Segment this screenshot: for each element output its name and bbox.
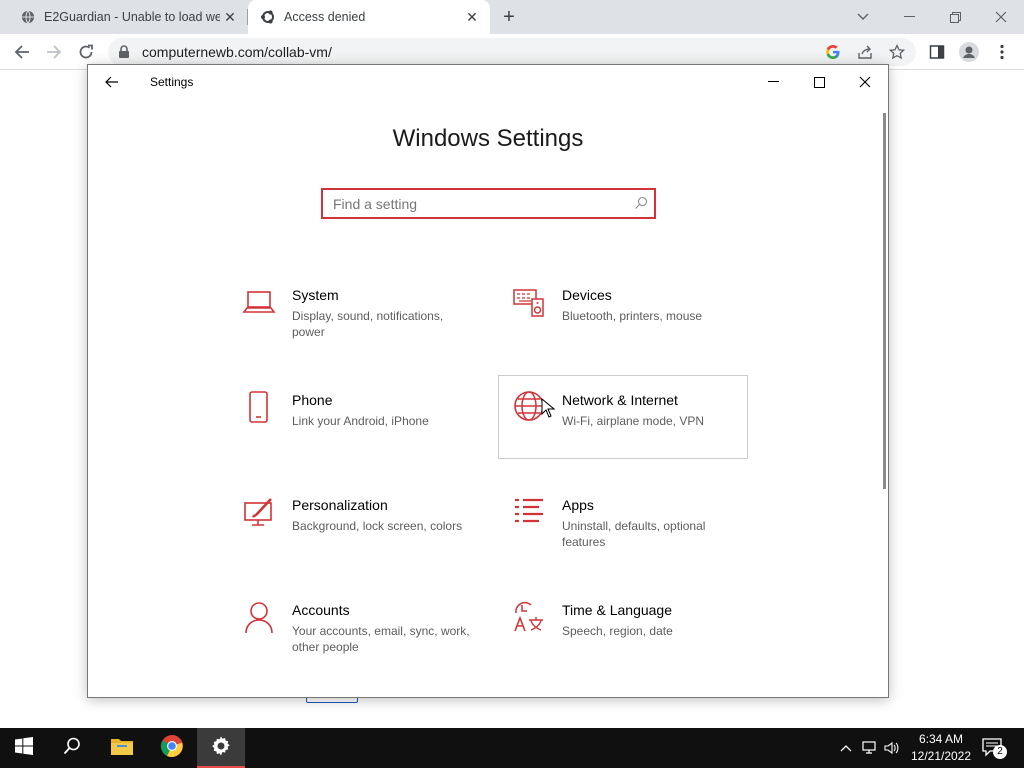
- tab-e2guardian[interactable]: E2Guardian - Unable to load web ✕: [8, 0, 248, 34]
- url-text: computernewb.com/collab-vm/: [142, 44, 332, 60]
- category-name: Network & Internet: [562, 392, 678, 408]
- category-description: Your accounts, email, sync, work, other …: [292, 624, 470, 654]
- settings-minimize-button[interactable]: [750, 65, 796, 99]
- search-button[interactable]: [48, 728, 96, 768]
- forward-arrow-icon[interactable]: [42, 40, 66, 64]
- category-description: Uninstall, defaults, optional features: [562, 519, 706, 549]
- settings-category-phone[interactable]: Phone Link your Android, iPhone: [230, 382, 480, 466]
- settings-titlebar: Settings: [88, 65, 888, 99]
- back-arrow-icon[interactable]: [100, 71, 124, 93]
- settings-maximize-button[interactable]: [796, 65, 842, 99]
- settings-category-personalization[interactable]: Personalization Background, lock screen,…: [230, 487, 480, 571]
- settings-category-accounts[interactable]: Accounts Your accounts, email, sync, wor…: [230, 592, 480, 676]
- tab-access-denied[interactable]: Access denied ✕: [248, 0, 490, 34]
- volume-icon[interactable]: [884, 740, 900, 756]
- settings-category-network-internet[interactable]: Network & Internet Wi-Fi, airplane mode,…: [498, 375, 748, 459]
- category-name: Apps: [562, 497, 594, 513]
- notification-count-badge: 2: [993, 745, 1007, 759]
- category-name: Devices: [562, 287, 612, 303]
- kebab-menu-icon[interactable]: [990, 40, 1014, 64]
- browser-close-button[interactable]: [978, 0, 1024, 34]
- close-tab-icon[interactable]: ✕: [220, 7, 240, 27]
- share-icon[interactable]: [856, 43, 874, 61]
- settings-category-devices[interactable]: Devices Bluetooth, printers, mouse: [500, 277, 750, 361]
- google-translate-icon[interactable]: [824, 43, 842, 61]
- keyboard-speaker-icon: [512, 285, 546, 319]
- search-input[interactable]: [333, 193, 623, 215]
- ubuntu-logo-icon: [260, 9, 276, 25]
- lock-icon[interactable]: [118, 45, 130, 64]
- gear-icon: [210, 735, 232, 762]
- settings-category-system[interactable]: System Display, sound, notifications, po…: [230, 277, 480, 361]
- side-panel-icon[interactable]: [925, 40, 949, 64]
- person-icon: [242, 600, 276, 634]
- network-icon[interactable]: [862, 740, 878, 756]
- search-icon: [63, 737, 81, 760]
- reload-icon[interactable]: [74, 40, 98, 64]
- tab-title: Access denied: [284, 10, 366, 24]
- laptop-icon: [242, 285, 276, 319]
- bookmark-star-icon[interactable]: [888, 43, 906, 61]
- apps-list-icon: [512, 495, 546, 529]
- category-name: Time & Language: [562, 602, 672, 618]
- category-name: Personalization: [292, 497, 388, 513]
- address-bar[interactable]: computernewb.com/collab-vm/: [108, 38, 916, 66]
- taskbar: 6:34 AM 12/21/2022 2: [0, 728, 1024, 768]
- settings-category-apps[interactable]: Apps Uninstall, defaults, optional featu…: [500, 487, 750, 571]
- profile-avatar-icon[interactable]: [957, 40, 981, 64]
- tab-title: E2Guardian - Unable to load web: [44, 10, 220, 24]
- category-description: Background, lock screen, colors: [292, 519, 463, 533]
- chrome-button[interactable]: [148, 728, 196, 768]
- mouse-cursor-icon: [541, 397, 556, 423]
- action-center-button[interactable]: 2: [980, 736, 1008, 760]
- tab-search-chevron-icon[interactable]: [840, 0, 886, 34]
- scrollbar[interactable]: [883, 113, 886, 489]
- category-description: Wi-Fi, airplane mode, VPN: [562, 414, 705, 428]
- close-tab-icon[interactable]: ✕: [462, 7, 482, 27]
- back-arrow-icon[interactable]: [10, 40, 34, 64]
- folder-icon: [110, 736, 134, 761]
- category-description: Bluetooth, printers, mouse: [562, 309, 703, 323]
- browser-tab-strip: E2Guardian - Unable to load web ✕ Access…: [0, 0, 1024, 34]
- settings-close-button[interactable]: [842, 65, 888, 99]
- time-language-icon: [512, 600, 546, 634]
- search-icon[interactable]: [634, 196, 648, 215]
- windows-logo-icon: [15, 736, 33, 760]
- category-description: Link your Android, iPhone: [292, 414, 429, 428]
- settings-taskbar-button[interactable]: [197, 728, 245, 768]
- start-button[interactable]: [0, 728, 48, 768]
- category-description: Speech, region, date: [562, 624, 673, 638]
- show-hidden-icons-chevron-icon[interactable]: [838, 740, 854, 756]
- file-explorer-button[interactable]: [98, 728, 146, 768]
- category-description: Display, sound, notifications, power: [292, 309, 444, 339]
- page-title: Windows Settings: [392, 125, 584, 152]
- category-name: Phone: [292, 392, 333, 408]
- browser-restore-button[interactable]: [932, 0, 978, 34]
- background-page-element: [306, 698, 358, 703]
- category-name: System: [292, 287, 339, 303]
- clock-time: 6:34 AM: [918, 732, 964, 746]
- paintbrush-icon: [242, 495, 276, 529]
- settings-window-title: Settings: [150, 75, 194, 89]
- taskbar-clock[interactable]: 6:34 AM 12/21/2022: [908, 731, 974, 765]
- settings-window: Settings Windows Settings System Display…: [87, 64, 889, 698]
- phone-icon: [242, 390, 276, 424]
- browser-minimize-button[interactable]: [886, 0, 932, 34]
- clock-date: 12/21/2022: [910, 749, 972, 763]
- new-tab-button[interactable]: +: [497, 6, 521, 28]
- search-box[interactable]: [321, 188, 656, 219]
- chrome-icon: [160, 734, 184, 763]
- category-name: Accounts: [292, 602, 350, 618]
- globe-icon: [20, 9, 36, 25]
- settings-category-time-language[interactable]: Time & Language Speech, region, date: [500, 592, 750, 676]
